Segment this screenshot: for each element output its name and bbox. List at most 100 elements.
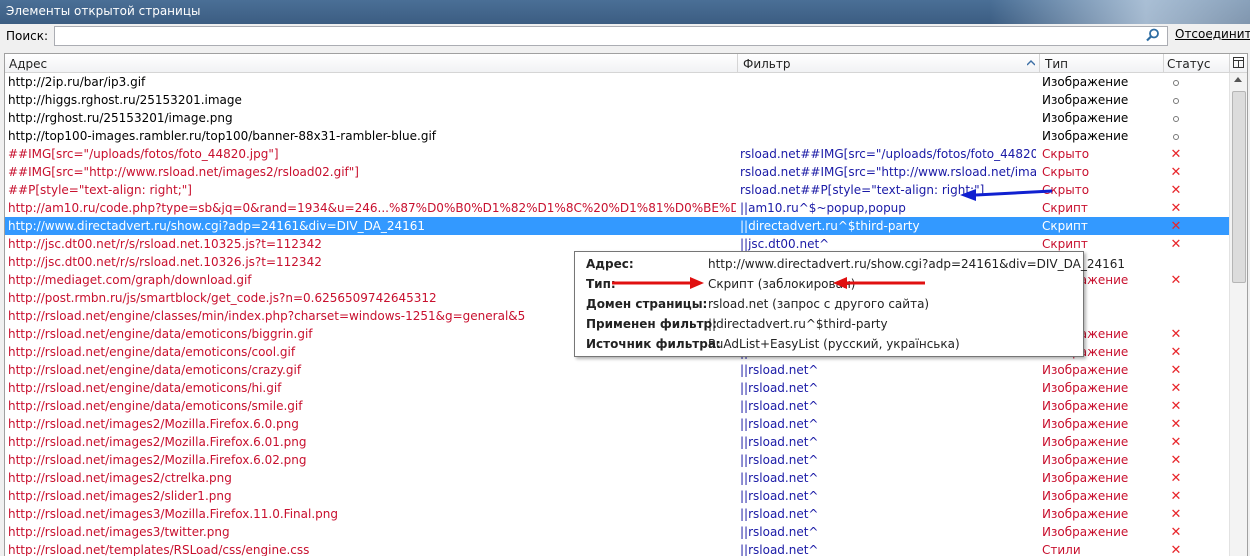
row-filter: ||rsload.net^ [740,507,819,521]
table-row[interactable]: http://rsload.net/images2/Mozilla.Firefo… [5,433,1229,451]
row-type: Изображение [1042,363,1129,377]
table-row[interactable]: ##IMG[src="http://www.rsload.net/images2… [5,163,1229,181]
table-row[interactable]: http://rsload.net/images3/Mozilla.Firefo… [5,505,1229,523]
table-row[interactable]: http://2ip.ru/bar/ip3.gif Изображение [5,73,1229,91]
row-filter: ||rsload.net^ [740,543,819,556]
window-titlebar: Элементы открытой страницы [0,0,1250,24]
row-address: ##IMG[src="/uploads/fotos/foto_44820.jpg… [8,147,279,161]
tooltip-domain-label: Домен страницы: [586,297,708,311]
tooltip-source-value: RuAdList+EasyList (русский, українська) [708,337,960,351]
status-blocked-icon: ✕ [1170,471,1182,485]
row-filter: ||rsload.net^ [740,363,819,377]
row-filter: ||rsload.net^ [740,489,819,503]
search-label: Поиск: [6,29,49,43]
column-divider[interactable] [1163,54,1164,72]
row-type: Изображение [1042,129,1129,143]
row-type: Скрипт [1042,201,1088,215]
row-type: Изображение [1042,507,1129,521]
window-title: Элементы открытой страницы [6,4,201,18]
column-header-type[interactable]: Тип [1045,57,1068,71]
status-blocked-icon: ✕ [1170,165,1182,179]
row-type: Изображение [1042,471,1129,485]
row-address: http://rsload.net/engine/data/emoticons/… [8,399,303,413]
row-filter: ||rsload.net^ [740,435,819,449]
detach-link[interactable]: Отсоединить [1175,27,1250,41]
row-filter: ||rsload.net^ [740,399,819,413]
table-row[interactable]: http://rsload.net/images2/ctrelka.png ||r… [5,469,1229,487]
row-address: http://rsload.net/images2/Mozilla.Firefo… [8,453,307,467]
tooltip-source-label: Источник фильтра: [586,337,721,351]
row-type: Изображение [1042,525,1129,539]
status-blocked-icon: ✕ [1170,201,1182,215]
scrollbar-thumb[interactable] [1232,91,1246,283]
row-filter: ||am10.ru^$~popup,popup [740,201,906,215]
row-type: Скрипт [1042,237,1088,251]
row-type: Изображение [1042,489,1129,503]
row-address: http://rsload.net/images3/twitter.png [8,525,230,539]
table-row[interactable]: http://rsload.net/images3/twitter.png ||r… [5,523,1229,541]
status-blocked-icon: ✕ [1170,363,1182,377]
row-address: http://rghost.ru/25153201/image.png [8,111,233,125]
titlebar-glow [990,0,1250,24]
status-blocked-icon: ✕ [1170,219,1182,233]
table-header: Адрес Фильтр Тип Статус [5,54,1247,73]
column-header-address[interactable]: Адрес [9,57,47,71]
row-address: http://rsload.net/images2/ctrelka.png [8,471,232,485]
status-blocked-icon: ✕ [1170,507,1182,521]
row-address: http://top100-images.rambler.ru/top100/b… [8,129,437,143]
status-blocked-icon: ✕ [1170,489,1182,503]
row-filter: ||rsload.net^ [740,471,819,485]
status-blocked-icon: ✕ [1170,327,1182,341]
status-blocked-icon: ✕ [1170,183,1182,197]
scroll-up-arrow-icon[interactable] [1234,77,1242,82]
table-row[interactable]: http://rsload.net/engine/data/emoticons/… [5,397,1229,415]
status-blocked-icon: ✕ [1170,237,1182,251]
table-row[interactable]: http://rghost.ru/25153201/image.png Изобр… [5,109,1229,127]
row-address: http://www.directadvert.ru/show.cgi?adp=… [8,219,426,233]
row-type: Скрыто [1042,183,1090,197]
column-divider[interactable] [1039,54,1040,72]
column-header-status[interactable]: Статус [1167,57,1210,71]
status-blocked-icon: ✕ [1170,543,1182,556]
table-row[interactable]: http://rsload.net/images2/Mozilla.Firefo… [5,451,1229,469]
table-row[interactable]: http://rsload.net/engine/data/emoticons/… [5,361,1229,379]
row-address: http://rsload.net/images3/Mozilla.Firefo… [8,507,338,521]
table-row[interactable]: http://rsload.net/templates/RSLoad/css/e… [5,541,1229,556]
row-address: http://higgs.rghost.ru/25153201.image [8,93,242,107]
status-blocked-icon: ✕ [1170,435,1182,449]
table-row[interactable]: ##IMG[src="/uploads/fotos/foto_44820.jpg… [5,145,1229,163]
status-blocked-icon: ✕ [1170,345,1182,359]
status-blocked-icon: ✕ [1170,147,1182,161]
column-divider[interactable] [737,54,738,72]
row-type: Изображение [1042,93,1129,107]
search-icon[interactable] [1146,28,1160,42]
row-type: Скрыто [1042,147,1090,161]
tooltip-address-value: http://www.directadvert.ru/show.cgi?adp=… [708,257,1126,271]
status-ok-icon [1166,129,1186,143]
row-filter: ||directadvert.ru^$third-party [740,219,920,233]
tooltip-address-label: Адрес: [586,257,634,271]
tooltip-filter-value: ||directadvert.ru^$third-party [708,317,888,331]
row-type: Изображение [1042,111,1129,125]
status-ok-icon [1166,75,1186,89]
table-row[interactable]: http://am10.ru/code.php?type=sb&jq=0&ran… [5,199,1229,217]
table-row[interactable]: http://higgs.rghost.ru/25153201.image Изо… [5,91,1229,109]
column-header-filter[interactable]: Фильтр [743,57,790,71]
table-row[interactable]: http://www.directadvert.ru/show.cgi?adp=… [5,217,1229,235]
status-blocked-icon: ✕ [1170,417,1182,431]
column-picker-icon[interactable] [1233,57,1244,68]
row-address: http://rsload.net/images2/slider1.png [8,489,232,503]
status-ok-icon [1166,111,1186,125]
tooltip-filter-label: Применен фильтр: [586,317,717,331]
table-row[interactable]: http://top100-images.rambler.ru/top100/b… [5,127,1229,145]
row-address: http://rsload.net/engine/data/emoticons/… [8,381,282,395]
table-row[interactable]: ##P[style="text-align: right;"] rsload.ne… [5,181,1229,199]
search-input[interactable] [54,26,1168,46]
vertical-scrollbar[interactable] [1229,73,1247,556]
row-type: Скрыто [1042,165,1090,179]
row-type: Изображение [1042,453,1129,467]
row-address: http://rsload.net/templates/RSLoad/css/e… [8,543,310,556]
table-row[interactable]: http://rsload.net/images2/Mozilla.Firefo… [5,415,1229,433]
table-row[interactable]: http://rsload.net/images2/slider1.png ||r… [5,487,1229,505]
table-row[interactable]: http://rsload.net/engine/data/emoticons/… [5,379,1229,397]
